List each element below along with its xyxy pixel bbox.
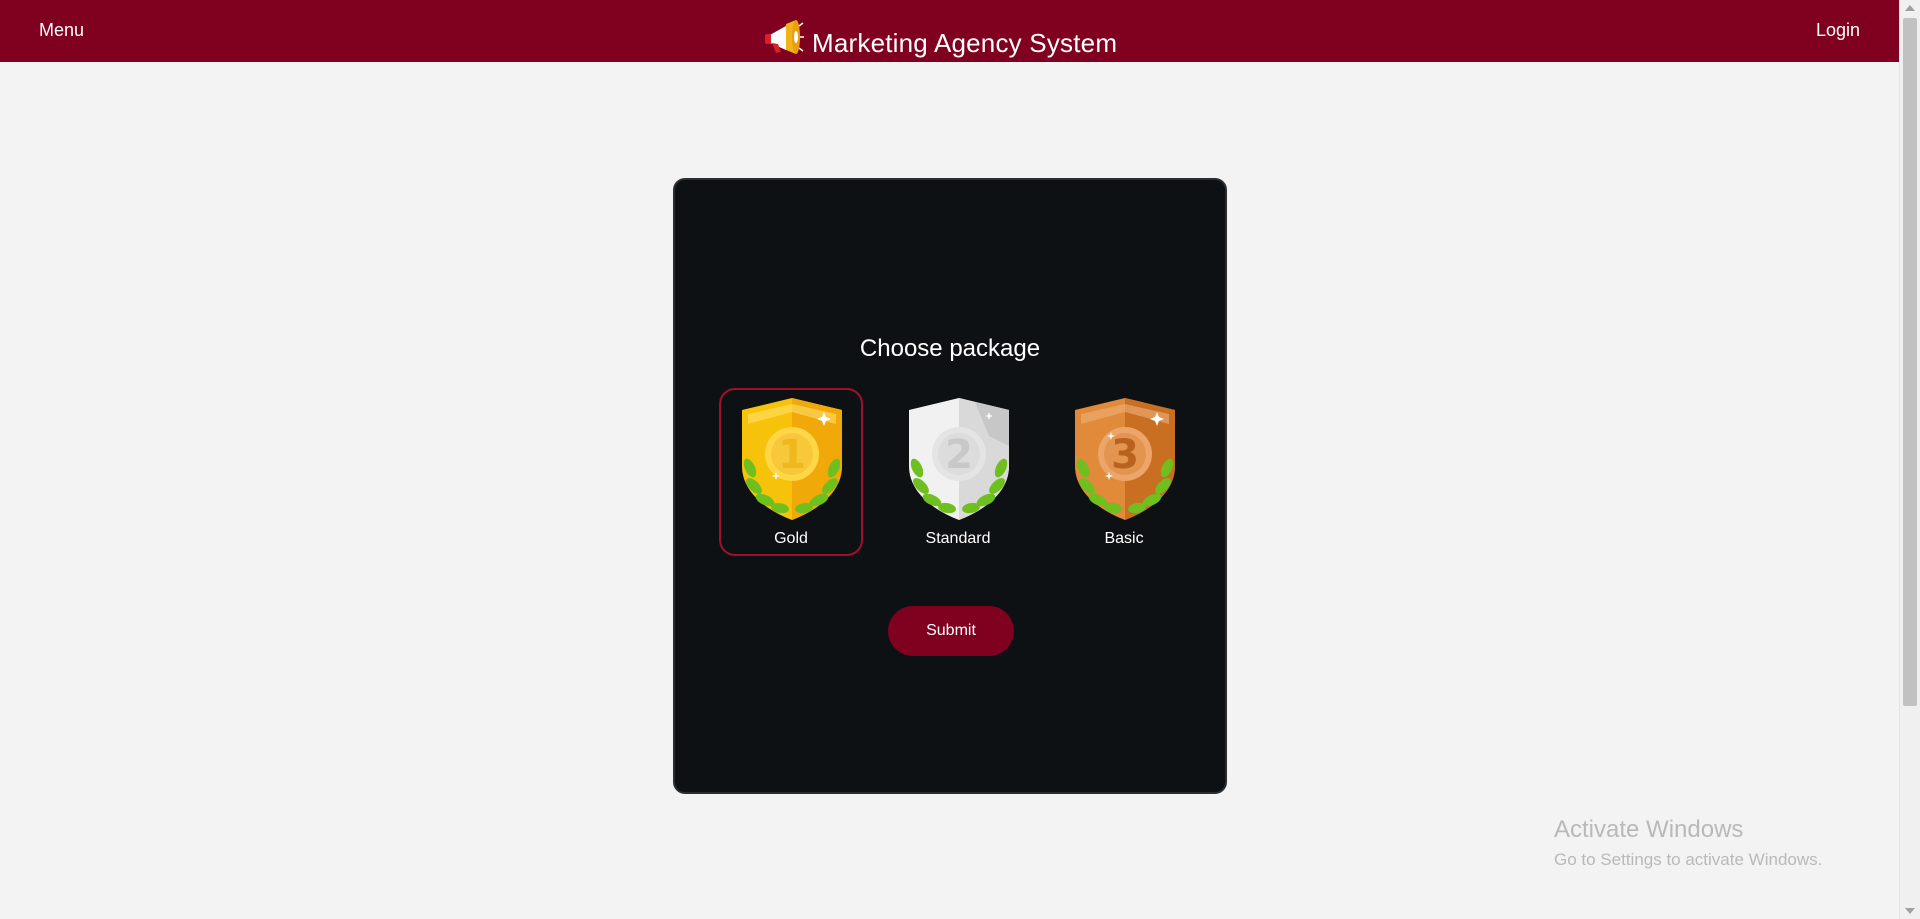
scroll-up-arrow-icon[interactable] xyxy=(1905,5,1915,11)
windows-activation-watermark: Activate Windows Go to Settings to activ… xyxy=(1554,816,1822,872)
svg-text:1: 1 xyxy=(778,432,806,478)
menu-link[interactable]: Menu xyxy=(39,20,84,41)
package-label-basic: Basic xyxy=(1104,530,1144,547)
gold-medal-shield-icon: 1 xyxy=(742,398,842,520)
bronze-medal-shield-icon: 3 xyxy=(1075,398,1175,520)
package-card: Choose package 1 Gold 2 Standard 3 Basic… xyxy=(673,178,1227,794)
svg-text:2: 2 xyxy=(945,432,973,478)
package-option-gold[interactable]: 1 Gold xyxy=(719,388,863,556)
watermark-subtitle: Go to Settings to activate Windows. xyxy=(1554,850,1823,869)
submit-button[interactable]: Submit xyxy=(888,606,1014,656)
package-label-gold: Gold xyxy=(774,530,808,547)
silver-medal-shield-icon: 2 xyxy=(909,398,1009,520)
login-link[interactable]: Login xyxy=(1816,20,1860,41)
brand[interactable]: Marketing Agency System xyxy=(762,14,1117,58)
scroll-down-arrow-icon[interactable] xyxy=(1905,908,1915,914)
vertical-scrollbar[interactable] xyxy=(1899,0,1920,919)
package-option-basic[interactable]: 3 Basic xyxy=(1052,388,1196,556)
top-navbar: Menu Marketing Agency System Login xyxy=(0,0,1899,62)
svg-text:3: 3 xyxy=(1111,432,1139,478)
card-title: Choose package xyxy=(859,335,1041,362)
package-option-standard[interactable]: 2 Standard xyxy=(886,388,1030,556)
megaphone-icon xyxy=(765,20,804,54)
app-title: Marketing Agency System xyxy=(812,28,1118,58)
package-label-standard: Standard xyxy=(925,530,991,547)
watermark-title: Activate Windows xyxy=(1554,816,1744,843)
package-options: 1 Gold 2 Standard 3 Basic xyxy=(675,388,1225,558)
scroll-thumb[interactable] xyxy=(1903,18,1917,706)
